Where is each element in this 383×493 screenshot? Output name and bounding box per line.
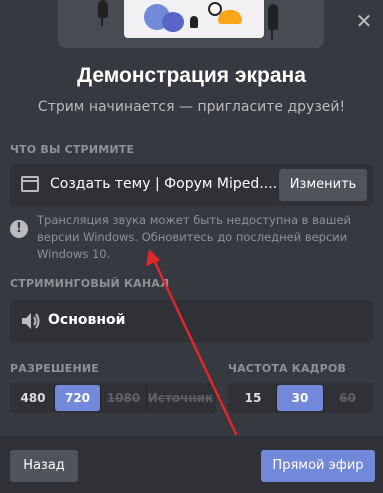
change-source-button[interactable]: Изменить — [279, 169, 367, 201]
resolution-option-1080[interactable]: 1080 — [101, 385, 147, 411]
illustration-popcorn — [218, 10, 242, 24]
illustration-figure-leg — [101, 18, 103, 26]
stream-channel-box[interactable]: Основной — [10, 300, 373, 342]
exclamation-icon: ! — [10, 220, 28, 238]
speaker-icon — [22, 313, 40, 329]
stream-source-label: ЧТО ВЫ СТРИМИТЕ — [10, 143, 135, 156]
illustration-figure-leg — [271, 30, 273, 40]
illustration-figure — [190, 16, 198, 28]
go-live-button[interactable]: Прямой эфир — [261, 450, 375, 482]
audio-warning-text: Трансляция звука может быть недоступна в… — [37, 213, 351, 261]
modal-footer: Назад Прямой эфир — [0, 436, 383, 493]
resolution-option-720[interactable]: 720 — [55, 385, 101, 411]
stream-channel-label: СТРИМИНГОВЫЙ КАНАЛ — [10, 277, 170, 290]
stream-source-name: Создать тему | Форум Miped.... — [50, 176, 278, 192]
resolution-label: РАЗРЕШЕНИЕ — [10, 362, 99, 375]
illustration-blob — [208, 2, 222, 16]
close-icon[interactable]: ✕ — [353, 10, 375, 32]
framerate-selector: 15 30 60 — [228, 383, 373, 413]
framerate-option-15[interactable]: 15 — [230, 385, 277, 411]
modal-title: Демонстрация экрана — [77, 64, 306, 87]
back-button[interactable]: Назад — [10, 450, 78, 482]
resolution-option-source[interactable]: Источник — [147, 385, 214, 411]
framerate-label: ЧАСТОТА КАДРОВ — [228, 362, 347, 375]
framerate-option-60[interactable]: 60 — [324, 385, 371, 411]
framerate-option-30[interactable]: 30 — [277, 385, 324, 411]
stream-channel-name: Основной — [48, 312, 126, 328]
stream-source-box: Создать тему | Форум Miped.... Изменить — [10, 164, 373, 206]
resolution-option-480[interactable]: 480 — [12, 385, 55, 411]
illustration-figure — [268, 4, 278, 30]
illustration-blob — [162, 12, 184, 32]
header-illustration — [58, 0, 324, 48]
window-icon — [21, 176, 39, 192]
modal-subtitle: Стрим начинается — пригласите друзей! — [37, 99, 346, 115]
resolution-selector: 480 720 1080 Источник — [10, 383, 216, 413]
screen-share-modal: ✕ Демонстрация экрана Стрим начинается —… — [0, 0, 383, 493]
illustration-figure — [98, 0, 108, 18]
